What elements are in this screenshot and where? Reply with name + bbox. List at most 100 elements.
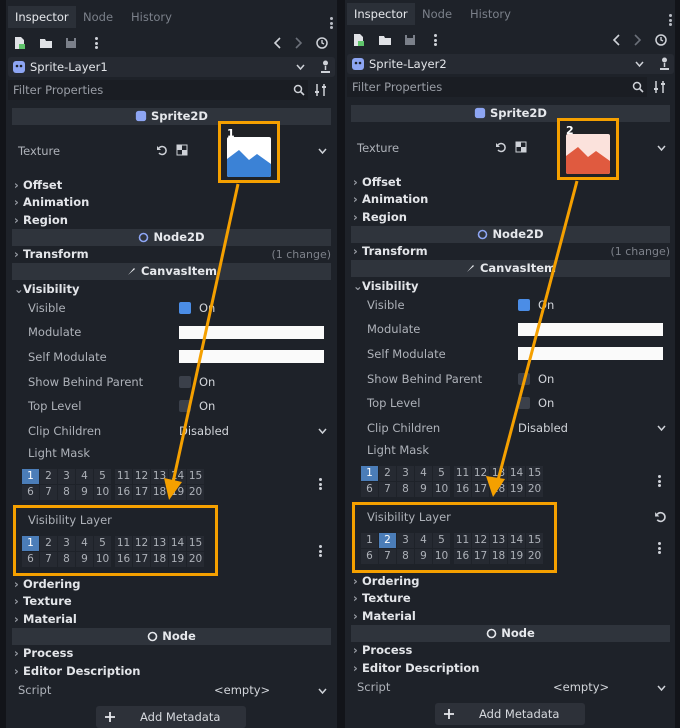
new-resource-icon[interactable] <box>351 33 365 47</box>
layer-toggle-3[interactable]: 3 <box>397 466 414 481</box>
layer-toggle-4[interactable]: 4 <box>415 466 432 481</box>
top-level-checkbox[interactable] <box>179 400 191 412</box>
layer-toggle-18[interactable]: 18 <box>490 482 507 497</box>
save-icon[interactable] <box>403 33 417 47</box>
layer-toggle-10[interactable]: 10 <box>433 549 450 564</box>
layer-toggle-15[interactable]: 15 <box>526 533 543 548</box>
layer-toggle-13[interactable]: 13 <box>490 533 507 548</box>
layer-toggle-8[interactable]: 8 <box>58 552 75 567</box>
category-visibility[interactable]: ⌄Visibility <box>14 282 79 296</box>
layer-toggle-20[interactable]: 20 <box>526 549 543 564</box>
category-transform[interactable]: › Transform <box>14 247 89 261</box>
chevron-down-icon[interactable] <box>657 684 666 693</box>
tab-history[interactable]: History <box>470 3 511 25</box>
layer-toggle-3[interactable]: 3 <box>397 533 414 548</box>
chevron-down-icon[interactable] <box>318 687 327 696</box>
layer-toggle-2[interactable]: 2 <box>40 536 57 551</box>
category-region[interactable]: › Region <box>353 210 407 224</box>
layer-toggle-9[interactable]: 9 <box>76 552 93 567</box>
layer-toggle-7[interactable]: 7 <box>379 482 396 497</box>
category-editor-description[interactable]: › Editor Description <box>353 661 479 675</box>
layer-toggle-1[interactable]: 1 <box>22 469 39 484</box>
filter-properties-input[interactable]: Filter Properties <box>8 80 308 100</box>
layer-toggle-17[interactable]: 17 <box>472 482 489 497</box>
layer-toggle-7[interactable]: 7 <box>40 552 57 567</box>
layer-toggle-17[interactable]: 17 <box>472 549 489 564</box>
object-selector[interactable]: Sprite-Layer2 <box>347 54 674 74</box>
script-value-dropdown[interactable]: <empty> <box>214 683 270 697</box>
category-process[interactable]: › Process <box>353 643 412 657</box>
node-tree-icon[interactable] <box>657 56 672 71</box>
visibility-layer-menu-icon[interactable] <box>319 545 322 557</box>
layer-toggle-18[interactable]: 18 <box>151 485 168 500</box>
clip-children-dropdown[interactable]: Disabled <box>179 424 229 438</box>
layer-toggle-2[interactable]: 2 <box>379 533 396 548</box>
chevron-down-icon[interactable] <box>635 60 644 69</box>
layer-toggle-19[interactable]: 19 <box>508 482 525 497</box>
top-level-checkbox[interactable] <box>518 397 530 409</box>
filter-settings-icon[interactable] <box>314 83 328 97</box>
layer-toggle-19[interactable]: 19 <box>508 549 525 564</box>
layer-toggle-5[interactable]: 5 <box>433 466 450 481</box>
checker-icon[interactable] <box>515 141 527 153</box>
layer-toggle-9[interactable]: 9 <box>415 482 432 497</box>
visibility-layer-grid[interactable]: 1 2 3 4 5 11 12 13 14 15 6 7 8 9 10 16 17 18 19 20 <box>22 536 204 568</box>
more-options-icon[interactable] <box>95 37 98 49</box>
layer-toggle-11[interactable]: 11 <box>454 466 471 481</box>
category-offset[interactable]: › Offset <box>353 175 401 189</box>
layer-toggle-2[interactable]: 2 <box>379 466 396 481</box>
history-back-icon[interactable] <box>610 33 624 47</box>
modulate-color-picker[interactable] <box>518 323 663 336</box>
layer-toggle-11[interactable]: 11 <box>454 533 471 548</box>
layer-toggle-20[interactable]: 20 <box>187 485 204 500</box>
layer-toggle-5[interactable]: 5 <box>433 533 450 548</box>
layer-toggle-16[interactable]: 16 <box>115 485 132 500</box>
visibility-layer-grid[interactable]: 1 2 3 4 5 11 12 13 14 15 6 7 8 9 10 16 17 18 19 20 <box>361 533 543 565</box>
layer-toggle-14[interactable]: 14 <box>169 536 186 551</box>
revert-icon[interactable] <box>654 510 667 523</box>
chevron-down-icon[interactable] <box>657 144 666 153</box>
layer-toggle-8[interactable]: 8 <box>58 485 75 500</box>
layer-toggle-13[interactable]: 13 <box>490 466 507 481</box>
layer-toggle-9[interactable]: 9 <box>76 485 93 500</box>
self-modulate-color-picker[interactable] <box>518 347 663 360</box>
light-mask-grid[interactable]: 1 2 3 4 5 11 12 13 14 15 6 7 8 9 10 16 17 18 19 20 <box>22 469 204 501</box>
category-editor-description[interactable]: › Editor Description <box>14 664 140 678</box>
category-animation[interactable]: › Animation <box>353 192 428 206</box>
chevron-down-icon[interactable] <box>296 63 305 72</box>
layer-toggle-14[interactable]: 14 <box>508 533 525 548</box>
chevron-down-icon[interactable] <box>657 424 666 433</box>
layer-toggle-13[interactable]: 13 <box>151 469 168 484</box>
layer-toggle-12[interactable]: 12 <box>133 536 150 551</box>
layer-toggle-7[interactable]: 7 <box>379 549 396 564</box>
chevron-down-icon[interactable] <box>318 427 327 436</box>
layer-toggle-11[interactable]: 11 <box>115 536 132 551</box>
layer-toggle-7[interactable]: 7 <box>40 485 57 500</box>
layer-toggle-1[interactable]: 1 <box>22 536 39 551</box>
show-behind-parent-checkbox[interactable] <box>179 376 191 388</box>
layer-toggle-8[interactable]: 8 <box>397 482 414 497</box>
visible-checkbox[interactable] <box>179 302 191 314</box>
layer-toggle-15[interactable]: 15 <box>187 536 204 551</box>
history-back-icon[interactable] <box>271 36 285 50</box>
tab-inspector[interactable]: Inspector <box>347 3 415 25</box>
tab-history[interactable]: History <box>131 6 172 28</box>
layer-toggle-11[interactable]: 11 <box>115 469 132 484</box>
tab-node[interactable]: Node <box>422 3 452 25</box>
category-ordering[interactable]: › Ordering <box>353 574 420 588</box>
script-value-dropdown[interactable]: <empty> <box>553 680 609 694</box>
category-visibility[interactable]: ⌄Visibility <box>353 279 418 293</box>
layer-toggle-15[interactable]: 15 <box>526 466 543 481</box>
layer-toggle-1[interactable]: 1 <box>361 466 378 481</box>
category-transform[interactable]: › Transform <box>353 244 428 258</box>
layer-toggle-1[interactable]: 1 <box>361 533 378 548</box>
filter-settings-icon[interactable] <box>653 80 667 94</box>
show-behind-parent-checkbox[interactable] <box>518 373 530 385</box>
object-selector[interactable]: Sprite-Layer1 <box>8 57 335 77</box>
history-forward-icon[interactable] <box>630 33 644 47</box>
layer-toggle-18[interactable]: 18 <box>490 549 507 564</box>
new-resource-icon[interactable] <box>12 36 26 50</box>
category-texture[interactable]: › Texture <box>14 594 72 608</box>
layer-toggle-5[interactable]: 5 <box>94 536 111 551</box>
category-material[interactable]: › Material <box>14 612 77 626</box>
